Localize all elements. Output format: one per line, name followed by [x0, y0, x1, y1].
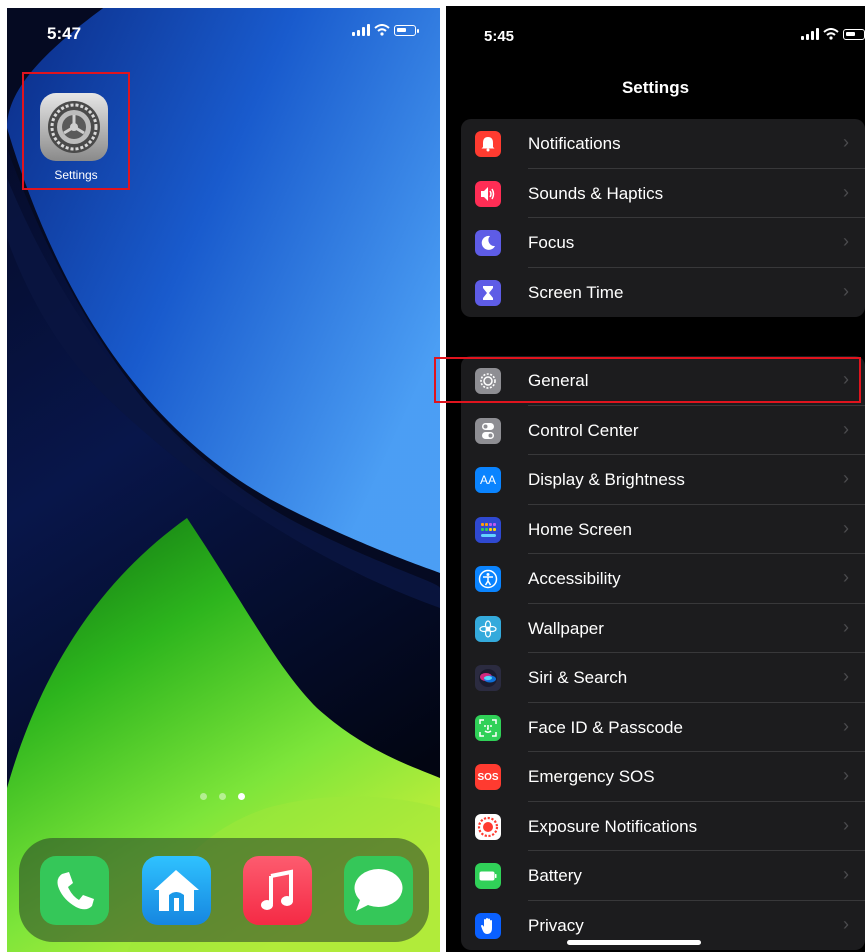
cellular-signal-icon	[801, 28, 819, 40]
app-grid-icon	[475, 516, 501, 543]
chevron-right-icon: ›	[843, 814, 849, 835]
settings-row-emergency-sos[interactable]: SOS Emergency SOS ›	[461, 752, 865, 802]
chevron-right-icon: ›	[843, 231, 849, 251]
highlight-box	[434, 357, 861, 403]
battery-icon	[475, 863, 501, 889]
settings-row-face-id-passcode[interactable]: Face ID & Passcode ›	[461, 703, 865, 752]
home-indicator[interactable]	[567, 940, 701, 945]
chevron-right-icon: ›	[843, 280, 849, 301]
settings-row-wallpaper[interactable]: Wallpaper ›	[461, 604, 865, 653]
status-time: 5:45	[484, 28, 515, 45]
wifi-icon	[823, 28, 839, 40]
music-app[interactable]	[243, 856, 312, 925]
page-dot-active[interactable]	[238, 793, 245, 800]
speaker-icon	[475, 180, 501, 207]
row-label: Battery	[528, 866, 582, 885]
row-label: Focus	[528, 233, 575, 252]
chevron-right-icon: ›	[843, 418, 849, 439]
row-label: Siri & Search	[528, 668, 628, 687]
settings-app[interactable]: Settings	[22, 72, 130, 190]
settings-group-1: Notifications › Sounds & Haptics › Focus…	[461, 119, 865, 317]
row-label: Home Screen	[528, 519, 632, 539]
home-screen: 5:47 Settings	[7, 8, 440, 952]
phone-app[interactable]	[40, 856, 109, 925]
toggles-icon	[475, 417, 501, 444]
moon-icon	[475, 230, 501, 256]
row-label: Screen Time	[528, 282, 624, 302]
row-label: Face ID & Passcode	[528, 717, 683, 737]
chevron-right-icon: ›	[843, 666, 849, 686]
chevron-right-icon: ›	[843, 765, 849, 785]
battery-icon	[843, 28, 865, 40]
row-label: Wallpaper	[528, 618, 604, 638]
chevron-right-icon: ›	[843, 864, 849, 884]
row-label: Privacy	[528, 915, 584, 935]
settings-row-exposure-notifications[interactable]: Exposure Notifications ›	[461, 802, 865, 851]
hourglass-icon	[475, 279, 501, 306]
chevron-right-icon: ›	[843, 567, 849, 587]
phone-icon	[57, 872, 94, 910]
page-dot[interactable]	[219, 793, 226, 800]
settings-group-2: General › Control Center › AA Display & …	[461, 356, 865, 950]
chevron-right-icon: ›	[843, 616, 849, 637]
face-id-icon	[475, 714, 501, 741]
chevron-right-icon: ›	[843, 132, 849, 152]
text-size-icon: AA	[475, 467, 501, 493]
settings-row-accessibility[interactable]: Accessibility ›	[461, 554, 865, 604]
cellular-signal-icon	[352, 24, 370, 36]
hand-icon	[475, 912, 501, 939]
settings-row-control-center[interactable]: Control Center ›	[461, 406, 865, 455]
settings-row-focus[interactable]: Focus ›	[461, 218, 865, 268]
settings-row-sounds-haptics[interactable]: Sounds & Haptics ›	[461, 169, 865, 218]
status-bar: 5:45	[446, 6, 865, 46]
row-label: Control Center	[528, 420, 639, 440]
sos-icon: SOS	[475, 764, 501, 790]
messages-app[interactable]	[344, 856, 413, 925]
status-bar: 5:47	[7, 8, 440, 48]
chevron-right-icon: ›	[843, 715, 849, 736]
row-label: Accessibility	[528, 569, 621, 588]
bell-icon	[475, 131, 501, 157]
row-label: Exposure Notifications	[528, 816, 698, 836]
messages-icon	[354, 869, 403, 911]
page-title: Settings	[621, 78, 690, 97]
chevron-right-icon: ›	[843, 517, 849, 538]
row-label: Display & Brightness	[528, 470, 685, 489]
wifi-icon	[374, 24, 390, 36]
home-app[interactable]	[142, 856, 211, 925]
gear-icon	[48, 101, 100, 153]
accessibility-icon	[475, 566, 501, 592]
row-label: Sounds & Haptics	[528, 183, 664, 203]
settings-app-label: Settings	[54, 168, 98, 182]
settings-screen: 5:45 Settings Notifications › Sounds & H…	[446, 6, 865, 952]
settings-row-home-screen[interactable]: Home Screen ›	[461, 505, 865, 554]
exposure-icon	[475, 813, 501, 840]
row-label: Emergency SOS	[528, 767, 655, 786]
settings-row-screen-time[interactable]: Screen Time ›	[461, 268, 865, 318]
chevron-right-icon: ›	[843, 181, 849, 202]
page-indicator[interactable]	[200, 793, 245, 800]
chevron-right-icon: ›	[843, 468, 849, 488]
settings-row-notifications[interactable]: Notifications ›	[461, 119, 865, 169]
chevron-right-icon: ›	[843, 913, 849, 934]
music-icon	[261, 869, 293, 910]
settings-row-siri-search[interactable]: Siri & Search ›	[461, 653, 865, 703]
settings-row-display-brightness[interactable]: AA Display & Brightness ›	[461, 455, 865, 505]
dock	[19, 838, 429, 942]
settings-app-icon[interactable]	[40, 93, 108, 161]
flower-icon	[475, 615, 501, 642]
settings-row-battery[interactable]: Battery ›	[461, 851, 865, 901]
page-dot[interactable]	[200, 793, 207, 800]
battery-icon	[394, 24, 419, 36]
row-label: Notifications	[528, 134, 621, 153]
siri-icon	[475, 665, 501, 691]
home-icon	[154, 870, 199, 911]
status-time: 5:47	[47, 24, 82, 43]
